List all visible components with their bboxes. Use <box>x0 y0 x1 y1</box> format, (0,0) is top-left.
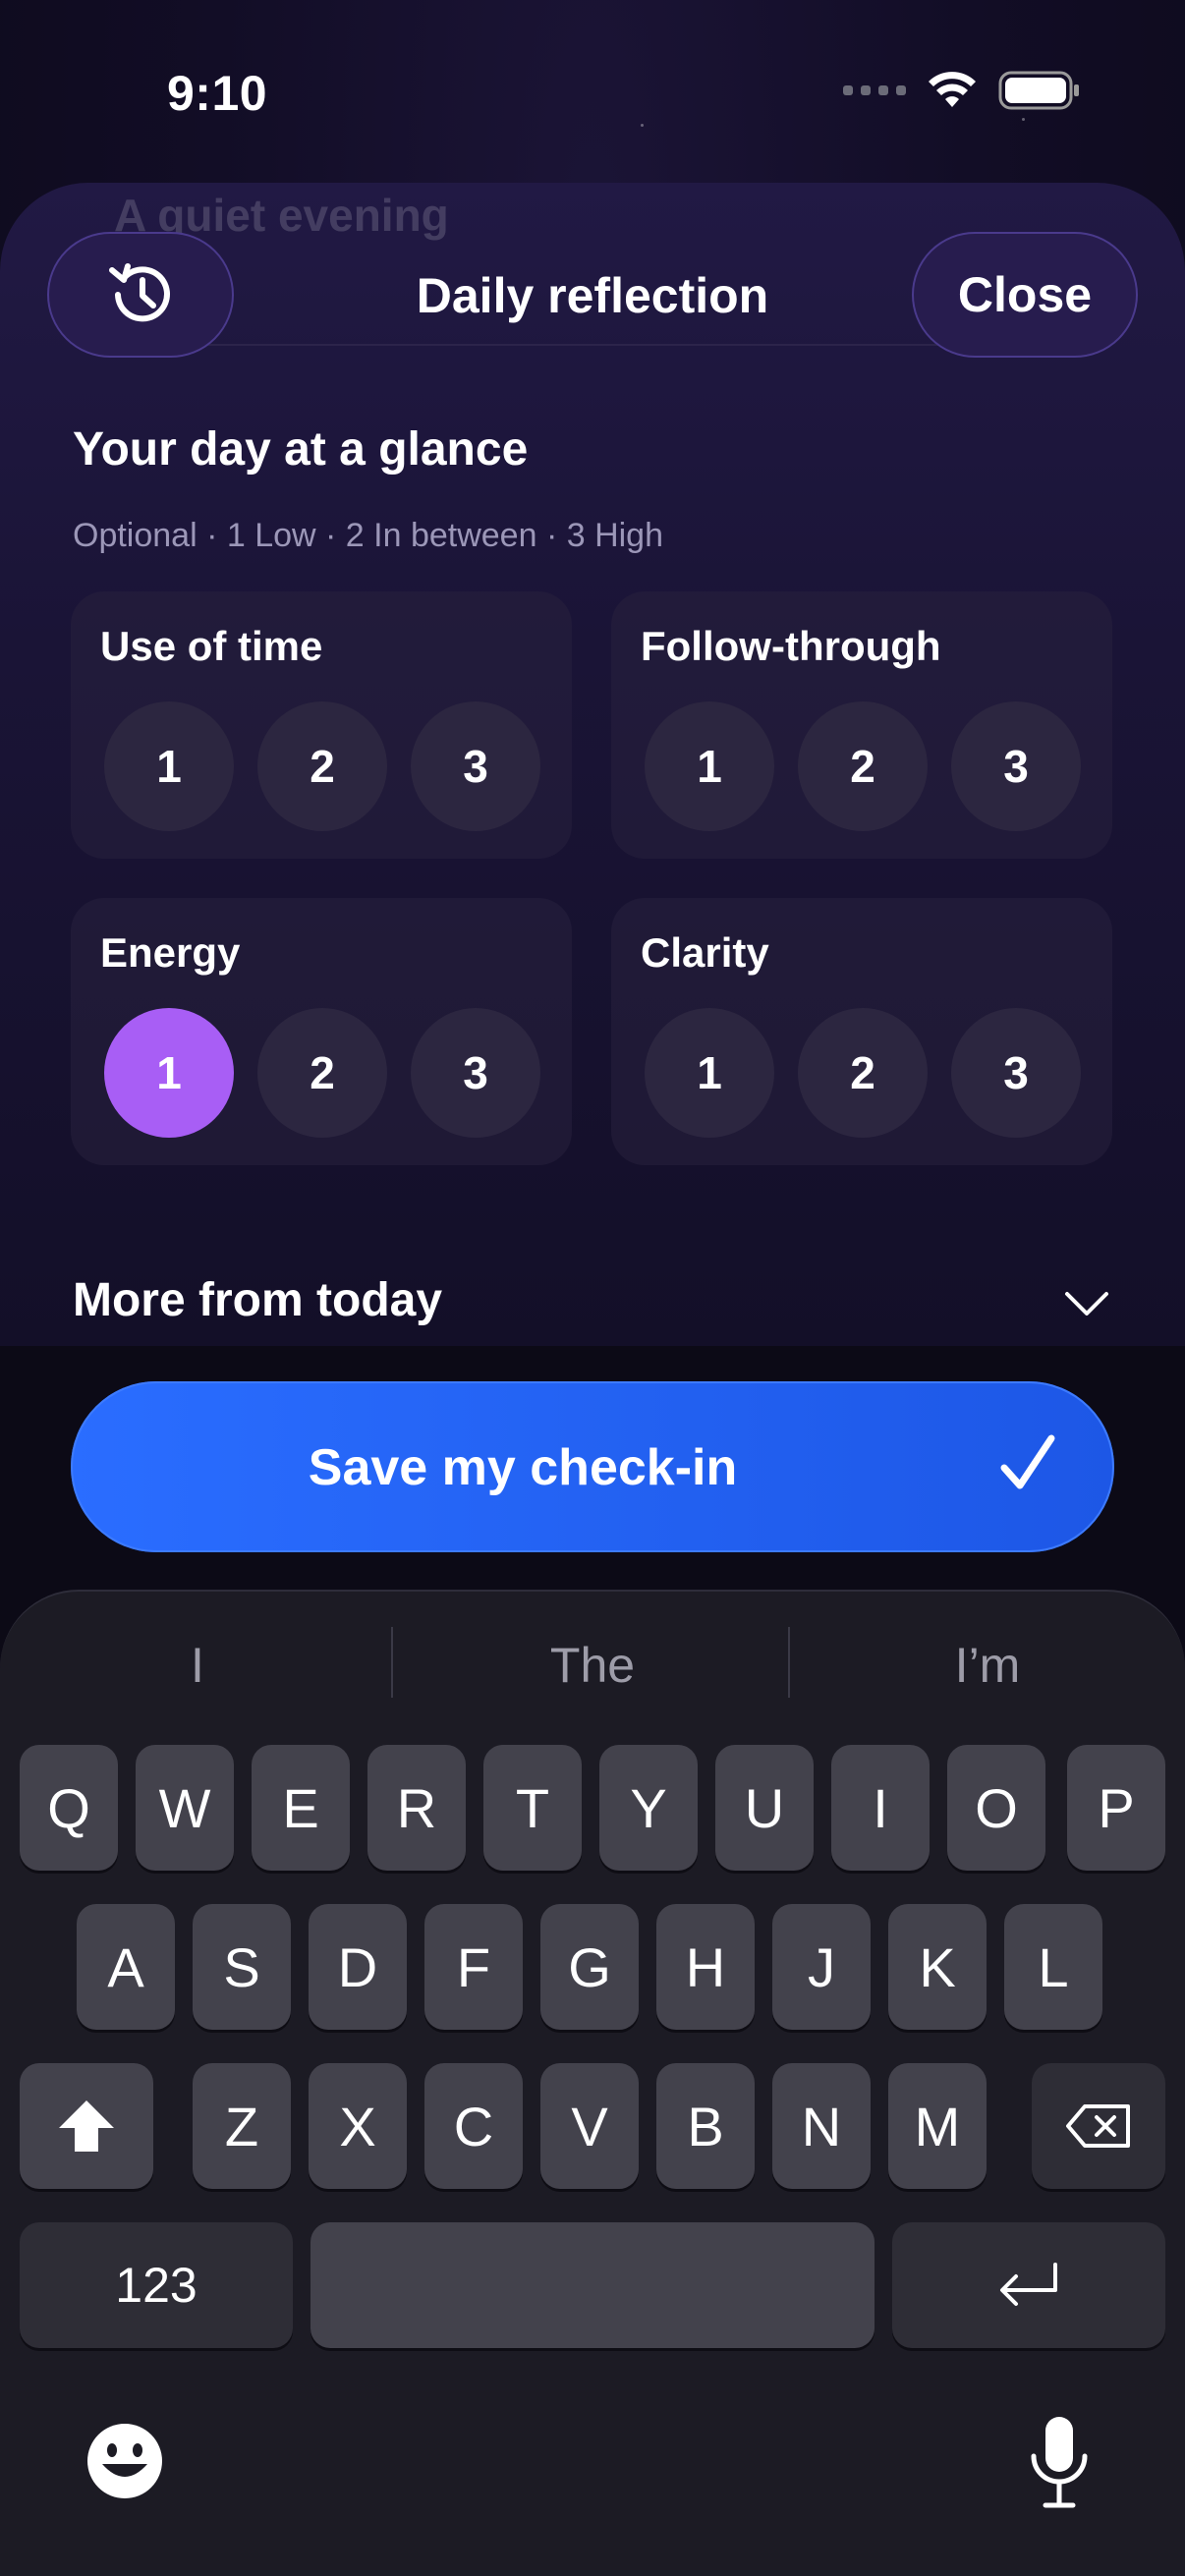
key-g[interactable]: G <box>540 1904 639 2030</box>
key-o[interactable]: O <box>947 1745 1045 1871</box>
rating-group: 1 2 3 <box>104 1008 540 1138</box>
key-f[interactable]: F <box>424 1904 523 2030</box>
delete-key[interactable] <box>1032 2063 1165 2189</box>
rating-option-1-selected[interactable]: 1 <box>104 1008 234 1138</box>
rating-option-3[interactable]: 3 <box>951 1008 1081 1138</box>
battery-icon <box>998 71 1079 110</box>
cellular-signal-icon <box>843 85 906 95</box>
rating-option-1[interactable]: 1 <box>645 701 774 831</box>
checkmark-icon <box>1000 1434 1055 1489</box>
rating-option-1[interactable]: 1 <box>104 701 234 831</box>
keyboard: I The I’m Q W E R T Y U I O P A S D F G … <box>0 1590 1185 2576</box>
key-z[interactable]: Z <box>193 2063 291 2189</box>
key-h[interactable]: H <box>656 1904 755 2030</box>
metric-label: Follow-through <box>641 623 941 669</box>
glance-title: Your day at a glance <box>73 423 529 476</box>
emoji-icon[interactable] <box>85 2421 165 2501</box>
key-i[interactable]: I <box>831 1745 930 1871</box>
metric-card-energy: Energy 1 2 3 <box>71 898 572 1165</box>
key-r[interactable]: R <box>367 1745 466 1871</box>
key-p[interactable]: P <box>1067 1745 1165 1871</box>
metric-card-use-of-time: Use of time 1 2 3 <box>71 591 572 859</box>
metric-label: Use of time <box>100 623 323 669</box>
status-indicators <box>843 71 1081 110</box>
save-button-label: Save my check-in <box>308 1439 738 1496</box>
status-time: 9:10 <box>167 66 268 121</box>
key-w[interactable]: W <box>136 1745 234 1871</box>
key-q[interactable]: Q <box>20 1745 118 1871</box>
delete-backspace-icon <box>1066 2104 1130 2148</box>
key-v[interactable]: V <box>540 2063 639 2189</box>
shift-key[interactable] <box>20 2063 153 2189</box>
shift-icon <box>59 2100 114 2152</box>
key-m[interactable]: M <box>888 2063 987 2189</box>
close-button[interactable]: Close <box>912 232 1138 358</box>
rating-group: 1 2 3 <box>104 701 540 831</box>
rating-group: 1 2 3 <box>645 701 1081 831</box>
numbers-key[interactable]: 123 <box>20 2222 293 2348</box>
background-star <box>1022 118 1025 121</box>
rating-option-3[interactable]: 3 <box>951 701 1081 831</box>
metric-card-follow-through: Follow-through 1 2 3 <box>611 591 1112 859</box>
background-divider <box>98 344 953 346</box>
rating-option-1[interactable]: 1 <box>645 1008 774 1138</box>
key-j[interactable]: J <box>772 1904 871 2030</box>
metric-label: Clarity <box>641 929 769 976</box>
key-y[interactable]: Y <box>599 1745 698 1871</box>
rating-option-3[interactable]: 3 <box>411 701 540 831</box>
key-a[interactable]: A <box>77 1904 175 2030</box>
app-screen: 9:10 A quiet evening Daily reflection Cl… <box>0 0 1185 2576</box>
key-x[interactable]: X <box>309 2063 407 2189</box>
rating-option-2[interactable]: 2 <box>257 701 387 831</box>
key-e[interactable]: E <box>252 1745 350 1871</box>
suggestion-3[interactable]: I’m <box>790 1637 1185 1694</box>
key-t[interactable]: T <box>483 1745 582 1871</box>
microphone-icon[interactable] <box>1026 2413 1093 2511</box>
metric-card-clarity: Clarity 1 2 3 <box>611 898 1112 1165</box>
key-n[interactable]: N <box>772 2063 871 2189</box>
suggestion-1[interactable]: I <box>0 1637 395 1694</box>
key-u[interactable]: U <box>715 1745 814 1871</box>
key-k[interactable]: K <box>888 1904 987 2030</box>
rating-option-2[interactable]: 2 <box>798 701 928 831</box>
key-d[interactable]: D <box>309 1904 407 2030</box>
return-icon <box>1000 2263 1057 2306</box>
suggestion-divider <box>391 1627 393 1698</box>
space-key[interactable] <box>310 2222 875 2348</box>
rating-option-2[interactable]: 2 <box>798 1008 928 1138</box>
key-l[interactable]: L <box>1004 1904 1102 2030</box>
save-checkin-button[interactable]: Save my check-in <box>71 1381 1114 1552</box>
rating-group: 1 2 3 <box>645 1008 1081 1138</box>
key-s[interactable]: S <box>193 1904 291 2030</box>
metric-label: Energy <box>100 929 241 976</box>
suggestion-2[interactable]: The <box>395 1637 790 1694</box>
rating-option-3[interactable]: 3 <box>411 1008 540 1138</box>
rating-option-2[interactable]: 2 <box>257 1008 387 1138</box>
more-from-today-toggle[interactable]: More from today <box>73 1273 442 1327</box>
wifi-icon <box>929 72 976 107</box>
chevron-down-icon[interactable] <box>1063 1289 1110 1318</box>
glance-subtitle: Optional · 1 Low · 2 In between · 3 High <box>73 517 663 554</box>
background-star <box>641 124 644 127</box>
key-b[interactable]: B <box>656 2063 755 2189</box>
key-c[interactable]: C <box>424 2063 523 2189</box>
return-key[interactable] <box>892 2222 1165 2348</box>
